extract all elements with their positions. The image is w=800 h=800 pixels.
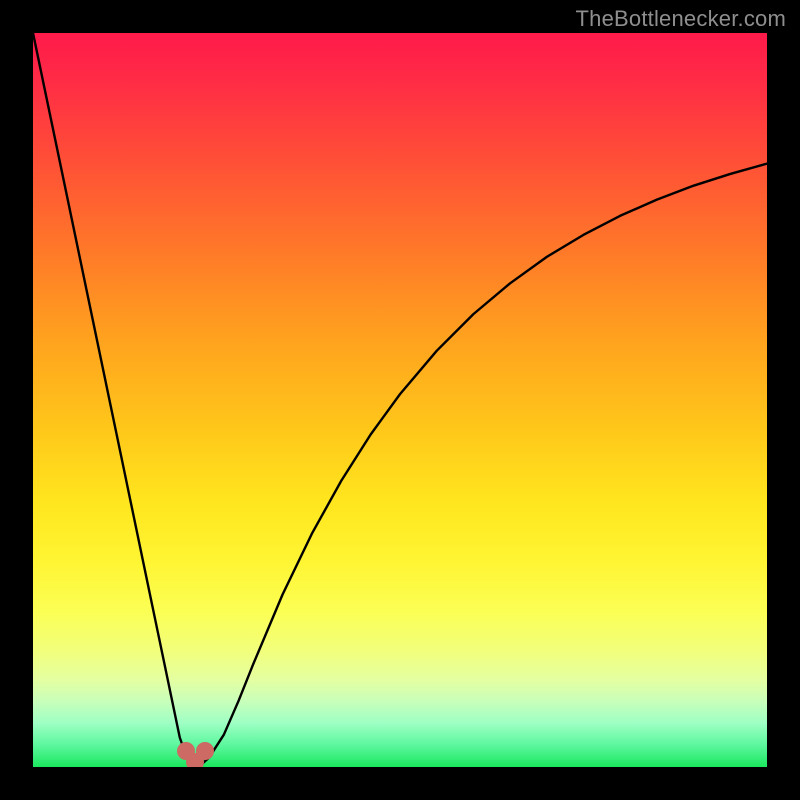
bottleneck-curve bbox=[33, 33, 767, 764]
curve-svg bbox=[33, 33, 767, 767]
plot-area bbox=[33, 33, 767, 767]
marker-bottom bbox=[186, 753, 204, 767]
chart-frame: TheBottlenecker.com bbox=[0, 0, 800, 800]
watermark-text: TheBottlenecker.com bbox=[576, 6, 786, 32]
